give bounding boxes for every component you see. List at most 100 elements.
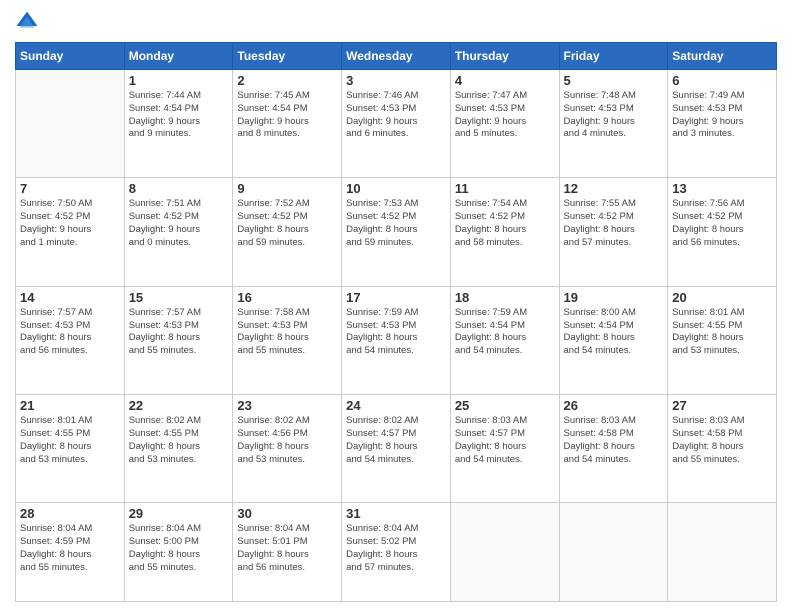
day-info: Sunrise: 7:44 AM Sunset: 4:54 PM Dayligh… xyxy=(129,90,229,141)
weekday-header-wednesday: Wednesday xyxy=(342,43,451,70)
calendar-cell: 25 Sunrise: 8:03 AM Sunset: 4:57 PM Dayli… xyxy=(450,395,559,503)
calendar-cell: 23 Sunrise: 8:02 AM Sunset: 4:56 PM Dayli… xyxy=(233,395,342,503)
calendar-cell: 13 Sunrise: 7:56 AM Sunset: 4:52 PM Dayli… xyxy=(668,178,777,286)
day-number: 2 xyxy=(237,73,337,88)
day-info: Sunrise: 8:02 AM Sunset: 4:55 PM Dayligh… xyxy=(129,415,229,466)
calendar-week-row: 21 Sunrise: 8:01 AM Sunset: 4:55 PM Dayli… xyxy=(16,395,777,503)
calendar-cell: 24 Sunrise: 8:02 AM Sunset: 4:57 PM Dayli… xyxy=(342,395,451,503)
weekday-header-friday: Friday xyxy=(559,43,668,70)
day-number: 8 xyxy=(129,181,229,196)
day-number: 14 xyxy=(20,290,120,305)
day-info: Sunrise: 7:46 AM Sunset: 4:53 PM Dayligh… xyxy=(346,90,446,141)
day-info: Sunrise: 7:52 AM Sunset: 4:52 PM Dayligh… xyxy=(237,198,337,249)
calendar-cell: 19 Sunrise: 8:00 AM Sunset: 4:54 PM Dayli… xyxy=(559,286,668,394)
day-info: Sunrise: 8:03 AM Sunset: 4:58 PM Dayligh… xyxy=(672,415,772,466)
logo-icon xyxy=(15,10,39,34)
day-number: 9 xyxy=(237,181,337,196)
calendar-cell: 16 Sunrise: 7:58 AM Sunset: 4:53 PM Dayli… xyxy=(233,286,342,394)
day-number: 20 xyxy=(672,290,772,305)
day-info: Sunrise: 7:51 AM Sunset: 4:52 PM Dayligh… xyxy=(129,198,229,249)
calendar-cell: 7 Sunrise: 7:50 AM Sunset: 4:52 PM Daylig… xyxy=(16,178,125,286)
day-info: Sunrise: 8:04 AM Sunset: 5:01 PM Dayligh… xyxy=(237,523,337,574)
day-number: 18 xyxy=(455,290,555,305)
calendar-cell: 22 Sunrise: 8:02 AM Sunset: 4:55 PM Dayli… xyxy=(124,395,233,503)
calendar-cell: 2Sunrise: 7:45 AM Sunset: 4:54 PM Daylig… xyxy=(233,70,342,178)
weekday-header-thursday: Thursday xyxy=(450,43,559,70)
calendar-week-row: 7 Sunrise: 7:50 AM Sunset: 4:52 PM Daylig… xyxy=(16,178,777,286)
day-number: 25 xyxy=(455,398,555,413)
calendar-cell xyxy=(16,70,125,178)
day-number: 21 xyxy=(20,398,120,413)
weekday-header-row: SundayMondayTuesdayWednesdayThursdayFrid… xyxy=(16,43,777,70)
day-info: Sunrise: 8:04 AM Sunset: 4:59 PM Dayligh… xyxy=(20,523,120,574)
calendar-cell: 11 Sunrise: 7:54 AM Sunset: 4:52 PM Dayli… xyxy=(450,178,559,286)
day-info: Sunrise: 7:54 AM Sunset: 4:52 PM Dayligh… xyxy=(455,198,555,249)
calendar-cell: 28Sunrise: 8:04 AM Sunset: 4:59 PM Dayli… xyxy=(16,503,125,602)
calendar-cell: 9 Sunrise: 7:52 AM Sunset: 4:52 PM Daylig… xyxy=(233,178,342,286)
calendar-week-row: 1 Sunrise: 7:44 AM Sunset: 4:54 PM Daylig… xyxy=(16,70,777,178)
calendar-cell: 31 Sunrise: 8:04 AM Sunset: 5:02 PM Dayli… xyxy=(342,503,451,602)
day-number: 19 xyxy=(564,290,664,305)
calendar-week-row: 28Sunrise: 8:04 AM Sunset: 4:59 PM Dayli… xyxy=(16,503,777,602)
day-info: Sunrise: 7:53 AM Sunset: 4:52 PM Dayligh… xyxy=(346,198,446,249)
calendar-cell xyxy=(668,503,777,602)
day-info: Sunrise: 7:48 AM Sunset: 4:53 PM Dayligh… xyxy=(564,90,664,141)
day-info: Sunrise: 8:00 AM Sunset: 4:54 PM Dayligh… xyxy=(564,307,664,358)
day-number: 26 xyxy=(564,398,664,413)
day-info: Sunrise: 7:58 AM Sunset: 4:53 PM Dayligh… xyxy=(237,307,337,358)
day-number: 15 xyxy=(129,290,229,305)
day-number: 29 xyxy=(129,506,229,521)
day-number: 24 xyxy=(346,398,446,413)
calendar-cell: 27Sunrise: 8:03 AM Sunset: 4:58 PM Dayli… xyxy=(668,395,777,503)
day-number: 16 xyxy=(237,290,337,305)
day-number: 12 xyxy=(564,181,664,196)
calendar-cell: 6Sunrise: 7:49 AM Sunset: 4:53 PM Daylig… xyxy=(668,70,777,178)
calendar-cell: 8 Sunrise: 7:51 AM Sunset: 4:52 PM Daylig… xyxy=(124,178,233,286)
calendar-cell: 3 Sunrise: 7:46 AM Sunset: 4:53 PM Daylig… xyxy=(342,70,451,178)
day-info: Sunrise: 8:01 AM Sunset: 4:55 PM Dayligh… xyxy=(20,415,120,466)
day-info: Sunrise: 7:55 AM Sunset: 4:52 PM Dayligh… xyxy=(564,198,664,249)
calendar-cell: 21 Sunrise: 8:01 AM Sunset: 4:55 PM Dayli… xyxy=(16,395,125,503)
calendar-cell: 14 Sunrise: 7:57 AM Sunset: 4:53 PM Dayli… xyxy=(16,286,125,394)
day-number: 1 xyxy=(129,73,229,88)
calendar-cell: 17Sunrise: 7:59 AM Sunset: 4:53 PM Dayli… xyxy=(342,286,451,394)
day-info: Sunrise: 8:03 AM Sunset: 4:57 PM Dayligh… xyxy=(455,415,555,466)
day-number: 13 xyxy=(672,181,772,196)
day-info: Sunrise: 8:02 AM Sunset: 4:57 PM Dayligh… xyxy=(346,415,446,466)
day-number: 22 xyxy=(129,398,229,413)
day-info: Sunrise: 8:04 AM Sunset: 5:02 PM Dayligh… xyxy=(346,523,446,574)
calendar-cell: 5 Sunrise: 7:48 AM Sunset: 4:53 PM Daylig… xyxy=(559,70,668,178)
weekday-header-saturday: Saturday xyxy=(668,43,777,70)
day-number: 4 xyxy=(455,73,555,88)
day-info: Sunrise: 8:03 AM Sunset: 4:58 PM Dayligh… xyxy=(564,415,664,466)
day-info: Sunrise: 7:56 AM Sunset: 4:52 PM Dayligh… xyxy=(672,198,772,249)
day-number: 5 xyxy=(564,73,664,88)
day-info: Sunrise: 7:49 AM Sunset: 4:53 PM Dayligh… xyxy=(672,90,772,141)
day-number: 3 xyxy=(346,73,446,88)
day-info: Sunrise: 7:47 AM Sunset: 4:53 PM Dayligh… xyxy=(455,90,555,141)
calendar-cell xyxy=(559,503,668,602)
weekday-header-sunday: Sunday xyxy=(16,43,125,70)
day-number: 7 xyxy=(20,181,120,196)
header xyxy=(15,10,777,34)
day-info: Sunrise: 7:57 AM Sunset: 4:53 PM Dayligh… xyxy=(20,307,120,358)
day-info: Sunrise: 7:57 AM Sunset: 4:53 PM Dayligh… xyxy=(129,307,229,358)
day-number: 10 xyxy=(346,181,446,196)
calendar-cell: 1 Sunrise: 7:44 AM Sunset: 4:54 PM Daylig… xyxy=(124,70,233,178)
day-info: Sunrise: 7:59 AM Sunset: 4:53 PM Dayligh… xyxy=(346,307,446,358)
weekday-header-tuesday: Tuesday xyxy=(233,43,342,70)
calendar-cell: 26 Sunrise: 8:03 AM Sunset: 4:58 PM Dayli… xyxy=(559,395,668,503)
day-number: 31 xyxy=(346,506,446,521)
page-container: SundayMondayTuesdayWednesdayThursdayFrid… xyxy=(0,0,792,612)
day-info: Sunrise: 8:02 AM Sunset: 4:56 PM Dayligh… xyxy=(237,415,337,466)
day-info: Sunrise: 7:50 AM Sunset: 4:52 PM Dayligh… xyxy=(20,198,120,249)
day-number: 23 xyxy=(237,398,337,413)
calendar-cell: 18Sunrise: 7:59 AM Sunset: 4:54 PM Dayli… xyxy=(450,286,559,394)
calendar-cell: 4 Sunrise: 7:47 AM Sunset: 4:53 PM Daylig… xyxy=(450,70,559,178)
day-number: 30 xyxy=(237,506,337,521)
calendar-cell: 30 Sunrise: 8:04 AM Sunset: 5:01 PM Dayli… xyxy=(233,503,342,602)
day-number: 11 xyxy=(455,181,555,196)
weekday-header-monday: Monday xyxy=(124,43,233,70)
calendar-cell: 10 Sunrise: 7:53 AM Sunset: 4:52 PM Dayli… xyxy=(342,178,451,286)
calendar-week-row: 14 Sunrise: 7:57 AM Sunset: 4:53 PM Dayli… xyxy=(16,286,777,394)
